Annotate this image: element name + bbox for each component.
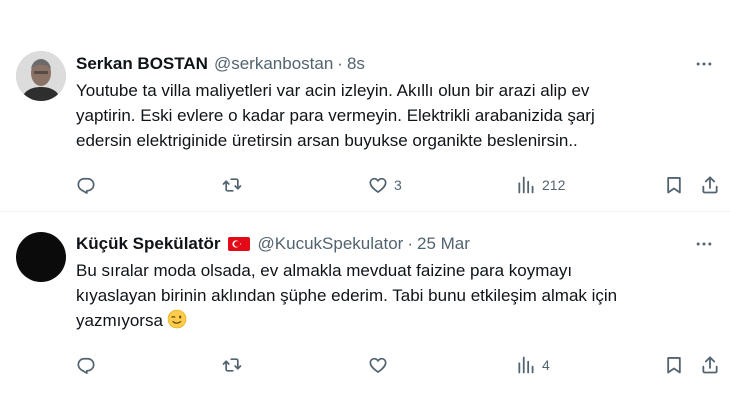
reply-button[interactable]: [76, 353, 96, 377]
like-button[interactable]: 3: [368, 173, 402, 197]
tweet-text-line: kıyaslayan birinin aklından şüphe ederim…: [76, 286, 618, 305]
tweet[interactable]: Küçük Spekülatör @KucukSpekulator · 25 M…: [0, 213, 730, 398]
share-button[interactable]: [700, 173, 720, 197]
tweet-text-line: Youtube ta villa maliyetleri var acin iz…: [76, 81, 590, 100]
author-handle[interactable]: @KucukSpekulator: [258, 234, 404, 254]
tweet-actions: 4: [76, 353, 722, 377]
author-handle[interactable]: @serkanbostan: [214, 54, 333, 74]
tweet-header: Serkan BOSTAN @serkanbostan · 8s: [76, 52, 714, 76]
views-chart-icon: [516, 355, 536, 375]
heart-icon: [368, 355, 388, 375]
share-icon: [700, 355, 720, 375]
tweet-timestamp[interactable]: 25 Mar: [417, 234, 470, 254]
avatar[interactable]: [16, 51, 66, 101]
more-dots-icon: [694, 54, 714, 74]
tweet-timestamp[interactable]: 8s: [347, 54, 365, 74]
tweet-text: Bu sıralar moda olsada, ev almakla mevdu…: [76, 258, 696, 333]
tweet-text-line: edersin elektriginide üretirsin arsan bu…: [76, 131, 578, 150]
more-button[interactable]: [694, 52, 714, 76]
view-count: 4: [542, 357, 550, 373]
avatar[interactable]: [16, 232, 66, 282]
bookmark-icon: [664, 175, 684, 195]
separator-dot: ·: [337, 54, 343, 73]
separator-dot: ·: [407, 234, 413, 253]
reply-icon: [76, 355, 96, 375]
bookmark-button[interactable]: [664, 353, 684, 377]
tweet-text-line: yazmıyorsa: [76, 308, 696, 333]
retweet-icon: [222, 175, 242, 195]
tweet-text-line: Bu sıralar moda olsada, ev almakla mevdu…: [76, 261, 573, 280]
tweet-text-line: yaptirin. Eski evlere o kadar para verme…: [76, 106, 595, 125]
more-dots-icon: [694, 234, 714, 254]
author-name[interactable]: Serkan BOSTAN: [76, 54, 208, 74]
views-button[interactable]: 4: [516, 353, 550, 377]
tweet-text: Youtube ta villa maliyetleri var acin iz…: [76, 78, 696, 153]
share-icon: [700, 175, 720, 195]
bookmark-icon: [664, 355, 684, 375]
retweet-icon: [222, 355, 242, 375]
views-button[interactable]: 212: [516, 173, 565, 197]
tweet[interactable]: Serkan BOSTAN @serkanbostan · 8s Youtube…: [0, 30, 730, 212]
turkey-flag-icon: [227, 237, 250, 251]
bookmark-button[interactable]: [664, 173, 684, 197]
reply-icon: [76, 175, 96, 195]
retweet-button[interactable]: [222, 353, 242, 377]
views-chart-icon: [516, 175, 536, 195]
tweet-actions: 3 212: [76, 173, 722, 197]
user-photo-icon: [16, 51, 66, 101]
tweet-text-last: yazmıyorsa: [76, 311, 163, 330]
view-count: 212: [542, 177, 566, 193]
author-name[interactable]: Küçük Spekülatör: [76, 234, 221, 254]
tweet-header: Küçük Spekülatör @KucukSpekulator · 25 M…: [76, 232, 714, 256]
winking-face-icon: [167, 309, 187, 329]
like-count: 3: [394, 177, 402, 193]
more-button[interactable]: [694, 232, 714, 256]
share-button[interactable]: [700, 353, 720, 377]
heart-icon: [368, 175, 388, 195]
retweet-button[interactable]: [222, 173, 242, 197]
like-button[interactable]: [368, 353, 388, 377]
reply-button[interactable]: [76, 173, 96, 197]
